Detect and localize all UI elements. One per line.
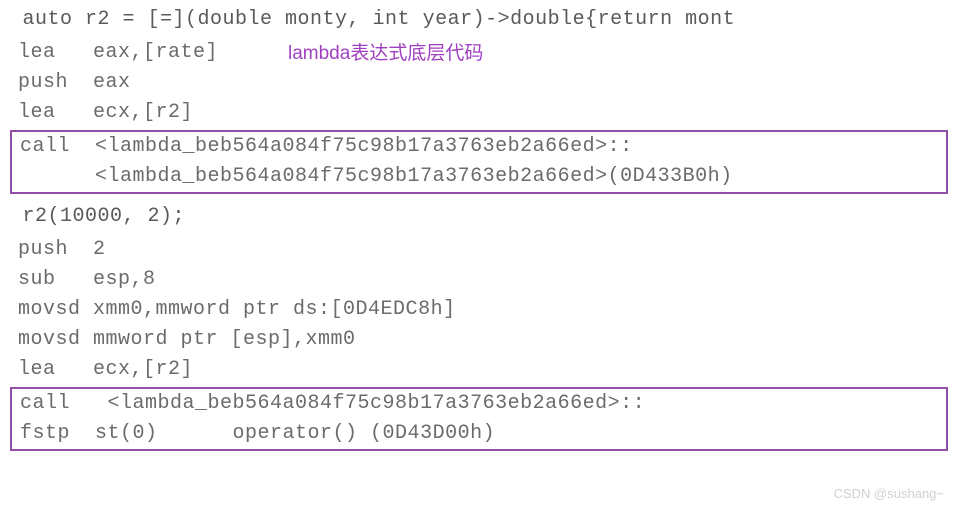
watermark-text: CSDN @sushang~: [834, 484, 944, 504]
asm-line-sub-esp: sub esp,8: [10, 265, 948, 295]
box2-fstp-line: fstp st(0) operator() (0D43D00h): [16, 419, 942, 449]
highlight-box-1: call <lambda_beb564a084f75c98b17a3763eb2…: [10, 130, 948, 194]
cpp-source-line-1: auto r2 = [=](double monty, int year)->d…: [10, 5, 948, 35]
annotation-label: lambda表达式底层代码: [288, 40, 483, 69]
asm-line-movsd-xmm0: movsd xmm0,mmword ptr ds:[0D4EDC8h]: [10, 295, 948, 325]
cpp-source-line-2: r2(10000, 2);: [10, 202, 948, 232]
box1-call-line-2: <lambda_beb564a084f75c98b17a3763eb2a66ed…: [16, 162, 942, 192]
asm-line-lea-ecx-2: lea ecx,[r2]: [10, 355, 948, 385]
asm-line-movsd-mmword: movsd mmword ptr [esp],xmm0: [10, 325, 948, 355]
asm-line-lea-ecx-1: lea ecx,[r2]: [10, 98, 948, 128]
box1-call-line-1: call <lambda_beb564a084f75c98b17a3763eb2…: [16, 132, 942, 162]
highlight-box-2: call <lambda_beb564a084f75c98b17a3763eb2…: [10, 387, 948, 451]
asm-line-push-eax: push eax: [10, 68, 948, 98]
box2-call-line: call <lambda_beb564a084f75c98b17a3763eb2…: [16, 389, 942, 419]
asm-line-push-2: push 2: [10, 235, 948, 265]
